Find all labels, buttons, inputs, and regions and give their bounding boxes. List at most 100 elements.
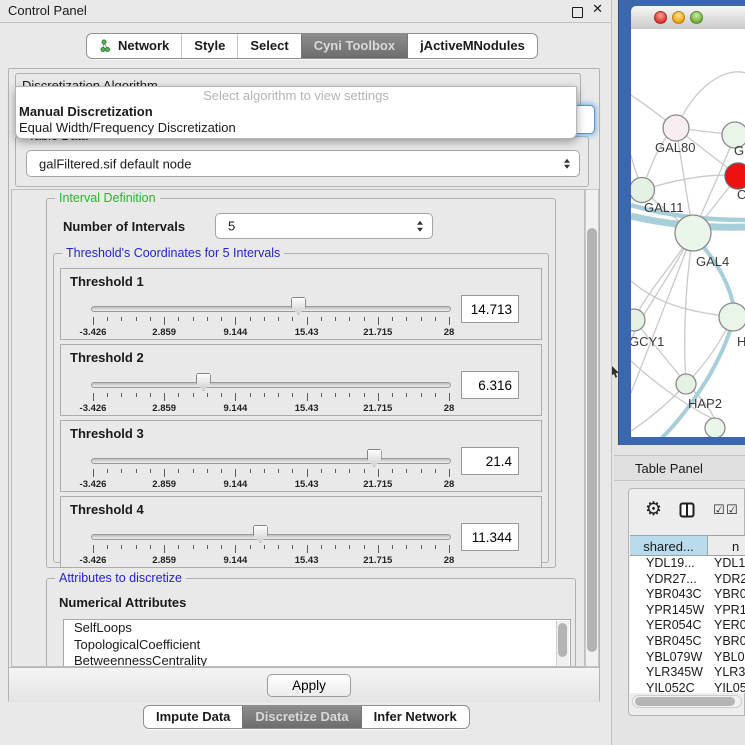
table-row[interactable]: YLR345WYLR345W [630,665,745,681]
table-row[interactable]: YDR27...YDR27... [630,572,745,588]
node-bottom-partial[interactable] [705,418,725,437]
tab-style[interactable]: Style [181,34,237,58]
node-gal4[interactable] [675,215,711,251]
tab-jactivemnodules[interactable]: jActiveMNodules [407,34,537,58]
threshold-4-slider[interactable]: -3.4262.8599.14415.4321.71528 [93,497,449,567]
slider-thumb[interactable] [367,449,382,467]
slider-ticks [93,393,449,402]
network-canvas[interactable]: GAL80 G C GAL11 GAL4 GCY1 H HAP2 [631,29,745,437]
slider-tick-labels: -3.4262.8599.14415.4321.71528 [93,327,449,338]
node-gal80[interactable] [663,115,689,141]
slider-track[interactable] [91,382,451,388]
tab-cyni-toolbox[interactable]: Cyni Toolbox [301,34,407,58]
slider-ticks [93,469,449,478]
threshold-2-panel: Threshold 2 -3.4262.8599.14415.4321.7152… [60,344,542,416]
tab-select[interactable]: Select [237,34,300,58]
tab-discretize-data[interactable]: Discretize Data [242,706,360,728]
dropdown-option-equal-width-frequency[interactable]: Equal Width/Frequency Discretization [16,120,576,136]
group-label: Threshold's Coordinates for 5 Intervals [62,246,284,260]
columns-icon[interactable] [679,502,695,523]
column-header-shared-name[interactable]: shared... [630,535,708,556]
minimize-traffic-light-icon[interactable] [672,11,685,24]
mouse-cursor [611,365,620,383]
table-header: shared... n [630,535,745,556]
settings-scroll-area: Interval Definition Number of Intervals … [11,189,585,667]
checkbox-icon[interactable]: ☑ [713,504,725,517]
table-row[interactable]: YBL079WYBL079W [630,650,745,666]
list-item[interactable]: TopologicalCoefficient [64,637,570,654]
window-title: Control Panel [8,3,87,18]
control-panel-titlebar: Control Panel ✕ [0,0,611,23]
slider-thumb[interactable] [253,525,268,543]
node-gal11[interactable] [631,178,655,203]
table-row[interactable]: YDL19...YDL19... [630,556,745,572]
svg-text:H: H [737,334,745,349]
slider-thumb[interactable] [196,373,211,391]
control-panel-tabs: NetworkStyleSelectCyni ToolboxjActiveMNo… [86,33,538,59]
table-data-combobox[interactable]: galFiltered.sif default node [26,150,580,177]
slider-tick-labels: -3.4262.8599.14415.4321.71528 [93,479,449,490]
zoom-traffic-light-icon[interactable] [690,11,703,24]
table-rows: YDL19...YDL19...YDR27...YDR27...YBR043CY… [630,556,745,693]
svg-text:GAL80: GAL80 [655,140,695,155]
slider-track[interactable] [91,306,451,312]
tab-infer-network[interactable]: Infer Network [361,706,469,728]
slider-track[interactable] [91,534,451,540]
number-of-intervals-combobox[interactable]: 5 [215,213,433,239]
tab-impute-data[interactable]: Impute Data [144,706,242,728]
threshold-4-value-field[interactable] [461,523,519,551]
table-row[interactable]: YIL052CYIL052C [630,681,745,693]
threshold-3-slider[interactable]: -3.4262.8599.14415.4321.71528 [93,421,449,491]
group-label: Attributes to discretize [55,571,186,585]
table-horizontal-scrollbar[interactable] [632,695,742,708]
node-right[interactable] [719,303,745,331]
spinner-arrows-icon [417,221,423,232]
gear-icon[interactable]: ⚙ [645,500,662,519]
dropdown-option-manual-discretization[interactable]: Manual Discretization [16,104,576,120]
threshold-3-value-field[interactable] [461,447,519,475]
threshold-2-slider[interactable]: -3.4262.8599.14415.4321.71528 [93,345,449,415]
table-row[interactable]: YBR043CYBR043C [630,587,745,603]
table-data-group: Table Data galFiltered.sif default node [15,136,589,187]
group-label: Interval Definition [55,191,160,205]
svg-text:C: C [737,187,745,202]
table-row[interactable]: YER054CYER054C [630,618,745,634]
attributes-to-discretize-group: Attributes to discretize Numerical Attri… [46,578,576,667]
threshold-1-panel: Threshold 1 -3.4262.8599.14415.4321.7152… [60,268,542,340]
slider-thumb[interactable] [291,297,306,315]
threshold-1-slider[interactable]: -3.4262.8599.14415.4321.71528 [93,269,449,339]
close-icon[interactable]: ✕ [592,2,603,17]
table-toolbar: ⚙ ☑ ☑ [629,489,744,535]
slider-ticks [93,317,449,326]
number-of-intervals-value: 5 [228,219,235,234]
control-panel-window: Control Panel ✕ NetworkStyleSelectCyni T… [0,0,612,745]
list-item[interactable]: SelfLoops [64,620,570,637]
column-header-name[interactable]: n [708,535,745,556]
network-view-window: GAL80 G C GAL11 GAL4 GCY1 H HAP2 [618,0,745,445]
svg-text:GCY1: GCY1 [631,334,664,349]
apply-button[interactable]: Apply [267,674,351,697]
node-selected-red[interactable] [725,163,745,189]
apply-row: Apply [9,667,599,702]
close-traffic-light-icon[interactable] [654,11,667,24]
float-window-icon[interactable] [572,7,583,18]
svg-text:GAL4: GAL4 [696,254,729,269]
threshold-2-value-field[interactable] [461,371,519,399]
numerical-attributes-list[interactable]: SelfLoopsTopologicalCoefficientBetweenne… [63,619,571,667]
node-gcy1[interactable] [631,309,645,331]
settings-vertical-scrollbar[interactable] [585,189,599,667]
threshold-1-value-field[interactable] [461,295,519,323]
node-hap2[interactable] [676,374,696,394]
cyni-toolbox-panel: Discretization Algorithm Select algorith… [8,68,600,702]
threshold-4-panel: Threshold 4 -3.4262.8599.14415.4321.7152… [60,496,542,568]
slider-track[interactable] [91,458,451,464]
list-item[interactable]: BetweennessCentrality [64,653,570,667]
checkbox-icon[interactable]: ☑ [726,504,738,517]
network-icon [99,39,113,53]
dropdown-prompt: Select algorithm to view settings [16,87,576,104]
table-row[interactable]: YPR145WYPR145W [630,603,745,619]
list-scrollbar[interactable] [556,621,569,667]
table-row[interactable]: YBR045CYBR045C [630,634,745,650]
tab-network[interactable]: Network [87,34,181,58]
table-panel-title: Table Panel [635,461,703,476]
